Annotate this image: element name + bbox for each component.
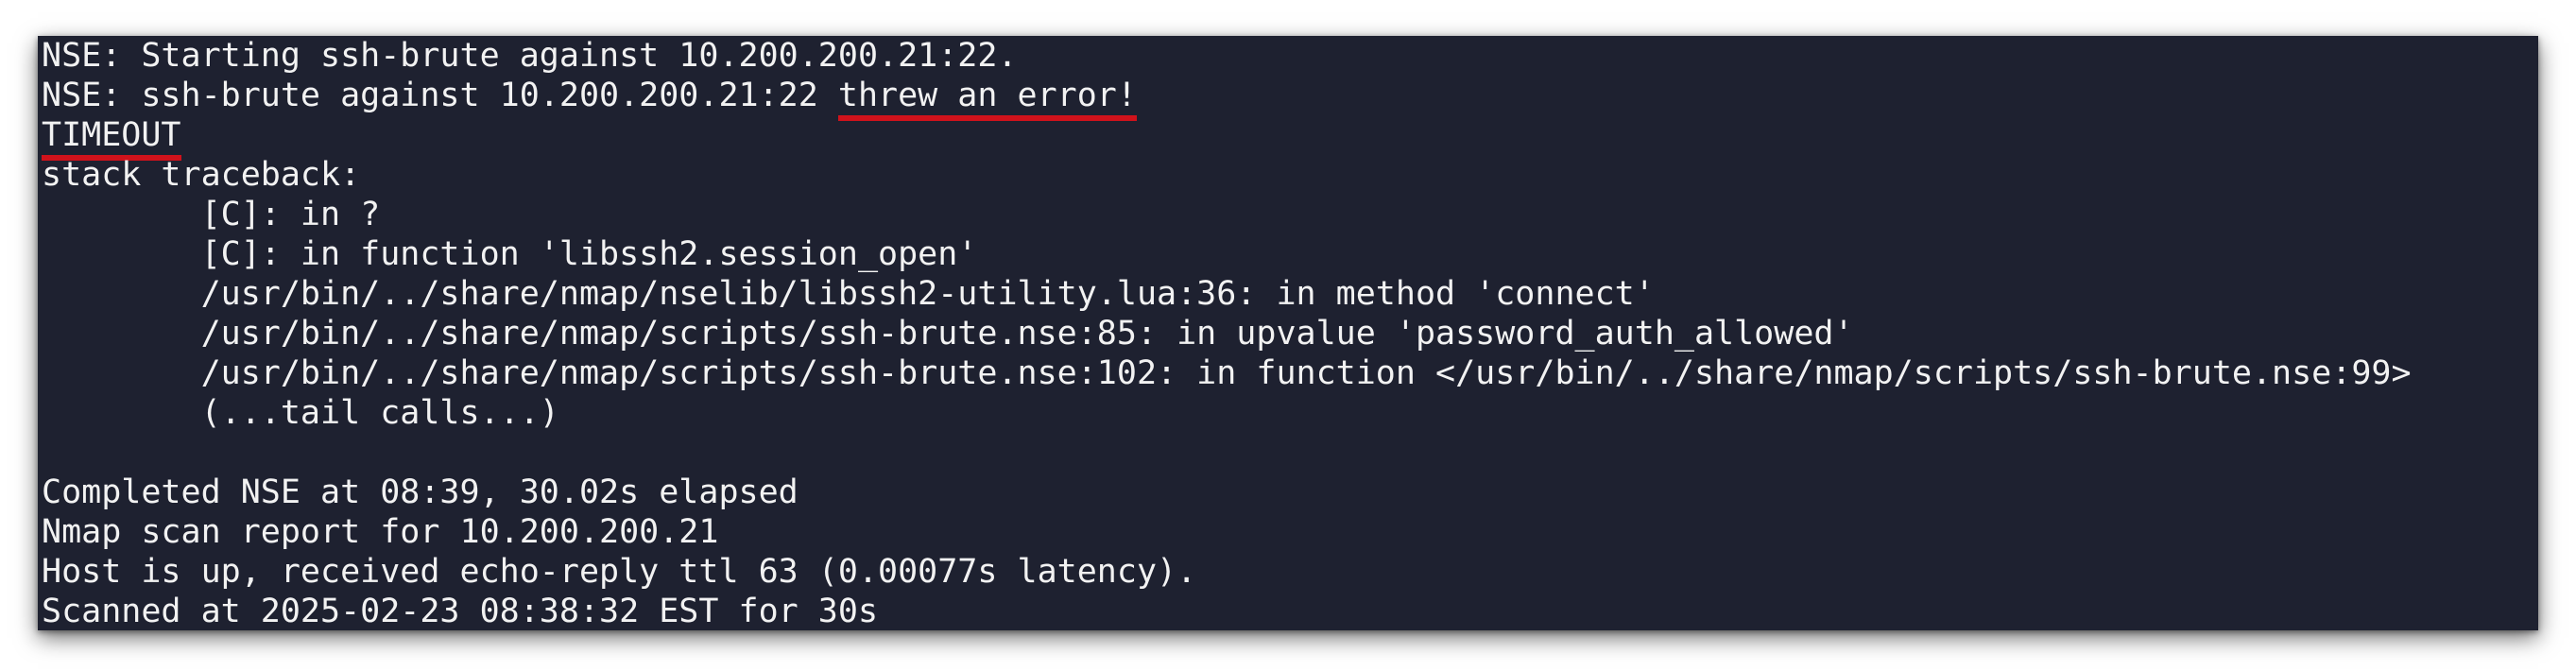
terminal-line: Nmap scan report for 10.200.200.21 xyxy=(42,513,719,551)
terminal-line: NSE: Starting ssh-brute against 10.200.2… xyxy=(42,37,1018,75)
terminal-line: [C]: in function 'libssh2.session_open' xyxy=(42,235,978,273)
error-line-prefix: NSE: ssh-brute against 10.200.200.21:22 xyxy=(42,77,838,114)
highlighted-timeout-text: TIMEOUT xyxy=(42,116,181,161)
terminal-line: Completed NSE at 08:39, 30.02s elapsed xyxy=(42,473,799,511)
terminal-line: stack traceback: xyxy=(42,156,361,194)
highlighted-error-text: threw an error! xyxy=(837,77,1137,121)
terminal-line: /usr/bin/../share/nmap/scripts/ssh-brute… xyxy=(42,354,2412,392)
terminal-line-error: NSE: ssh-brute against 10.200.200.21:22 … xyxy=(42,76,2534,121)
terminal-window[interactable]: NSE: Starting ssh-brute against 10.200.2… xyxy=(38,36,2538,630)
terminal-line: Host is up, received echo-reply ttl 63 (… xyxy=(42,553,1197,591)
terminal-line: /usr/bin/../share/nmap/nselib/libssh2-ut… xyxy=(42,275,1655,313)
terminal-line: (...tail calls...) xyxy=(42,394,559,432)
terminal-line: /usr/bin/../share/nmap/scripts/ssh-brute… xyxy=(42,315,1854,353)
terminal-line: Scanned at 2025-02-23 08:38:32 EST for 3… xyxy=(42,593,879,630)
terminal-line-timeout: TIMEOUT xyxy=(42,115,2534,161)
terminal-line: [C]: in ? xyxy=(42,196,381,233)
